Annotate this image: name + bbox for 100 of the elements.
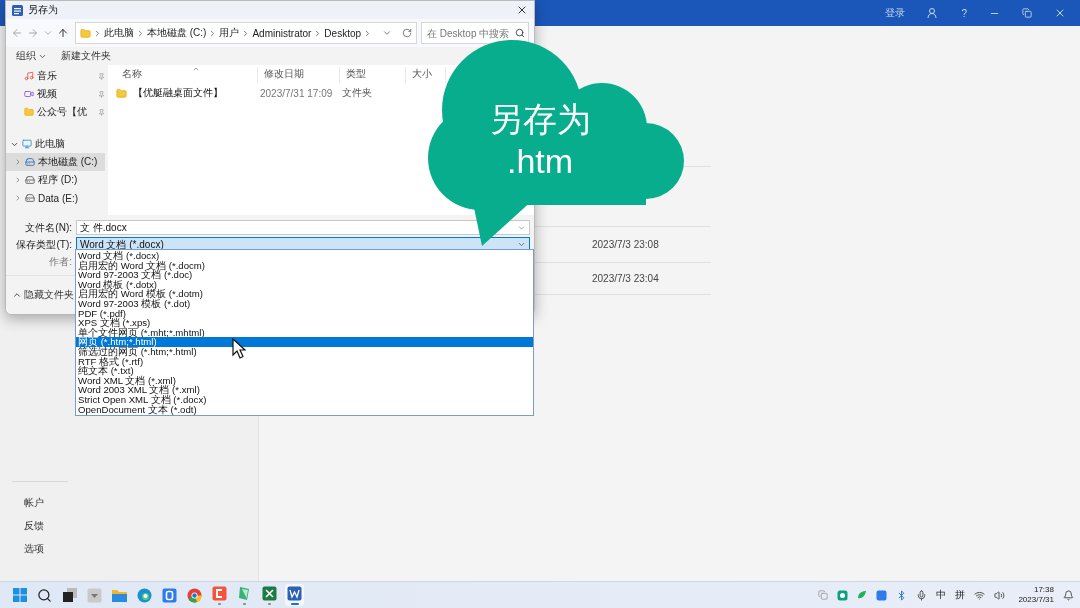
- microphone-icon: [916, 589, 928, 601]
- sort-icon: [192, 65, 200, 73]
- tray-icon: [818, 590, 829, 600]
- file-type-option[interactable]: PDF (*.pdf): [76, 308, 533, 319]
- app-icon[interactable]: [237, 585, 252, 601]
- document-icon[interactable]: [287, 585, 302, 601]
- close-icon[interactable]: [1054, 7, 1066, 19]
- tray-icon: [837, 589, 849, 601]
- backstage-item[interactable]: 选项: [12, 536, 258, 559]
- backstage-item[interactable]: 反馈: [12, 513, 258, 536]
- chevron-icon: [14, 176, 22, 184]
- drive-icon: [25, 157, 35, 167]
- file-type-option[interactable]: Word 文档 (*.docx): [76, 251, 533, 261]
- dialog-title: 另存为: [28, 3, 59, 17]
- refresh-icon[interactable]: [402, 28, 412, 38]
- field-label: 文件名(N):: [24, 220, 72, 235]
- address-segment[interactable]: 此电脑: [104, 26, 134, 40]
- file-type-option[interactable]: OpenDocument 文本 (*.odt): [76, 404, 533, 415]
- chrome-icon[interactable]: [187, 587, 202, 603]
- file-type-option[interactable]: 单个文件网页 (*.mht;*.mhtml): [76, 327, 533, 338]
- app-icon[interactable]: [87, 587, 102, 603]
- restore-icon[interactable]: [1022, 8, 1032, 18]
- field-label: 作者:: [48, 254, 72, 269]
- folder-icon: [80, 27, 91, 39]
- pin-icon: [98, 108, 105, 116]
- file-type-option[interactable]: 筛选过的网页 (*.htm;*.html): [76, 346, 533, 357]
- close-icon[interactable]: [516, 4, 528, 16]
- column-header[interactable]: 名称: [116, 67, 258, 83]
- chevron-down-icon[interactable]: [382, 28, 392, 38]
- input-method-indicator[interactable]: 中: [936, 588, 947, 602]
- help-button[interactable]: ?: [961, 7, 967, 19]
- pin-icon: [98, 72, 105, 80]
- start-icon[interactable]: [12, 588, 27, 602]
- file-type-option[interactable]: 启用宏的 Word 模板 (*.dotm): [76, 289, 533, 299]
- chevron-icon: [14, 194, 22, 202]
- nav-item[interactable]: 此电脑: [6, 135, 105, 153]
- chevron-up-icon: [12, 290, 22, 300]
- spreadsheet-icon[interactable]: [262, 585, 277, 601]
- column-header[interactable]: 大小: [406, 67, 446, 83]
- modified-date: 2023/7/3 23:08: [592, 239, 659, 250]
- nav-item[interactable]: 视频: [6, 85, 105, 103]
- chevron-icon: [14, 158, 22, 166]
- address-segment[interactable]: 用户: [219, 26, 240, 40]
- clock-time[interactable]: 17:38: [1033, 585, 1054, 595]
- task-view-icon[interactable]: [62, 588, 77, 602]
- file-type-option[interactable]: Word XML 文档 (*.xml): [76, 375, 533, 386]
- search-icon: [515, 28, 525, 38]
- address-segment[interactable]: Desktop: [324, 27, 362, 39]
- toolbar-button[interactable]: 新建文件夹: [61, 49, 111, 63]
- field-label: 保存类型(T):: [15, 237, 72, 252]
- app-icon[interactable]: [162, 587, 177, 603]
- tray-icon: [876, 589, 888, 601]
- callout-text: .htm: [506, 141, 574, 182]
- nav-item[interactable]: 本地磁盘 (C:): [6, 153, 105, 171]
- file-type-option[interactable]: Strict Open XML 文档 (*.docx): [76, 394, 533, 405]
- file-type-option[interactable]: Word 97-2003 模板 (*.dot): [76, 298, 533, 309]
- file-name[interactable]: 【优艇融桌面文件】: [127, 86, 254, 100]
- nav-item[interactable]: 公众号【优: [6, 103, 105, 121]
- file-type-option[interactable]: 纯文本 (*.txt): [76, 366, 533, 376]
- search-icon[interactable]: [37, 587, 52, 603]
- callout-text: 另存为: [489, 99, 591, 140]
- pin-icon: [98, 90, 105, 98]
- tray-icon: [857, 590, 868, 600]
- nav-item[interactable]: Data (E:): [6, 189, 105, 207]
- file-type-option[interactable]: 网页 (*.htm;*.html): [76, 337, 533, 347]
- modified-date: 2023/7/31 17:09: [259, 87, 334, 99]
- folder-icon[interactable]: [112, 588, 127, 602]
- column-header[interactable]: 类型: [340, 67, 406, 83]
- clock-date[interactable]: 2023/7/31: [1018, 595, 1054, 605]
- nav-item[interactable]: 程序 (D:): [6, 171, 105, 189]
- toolbar-button[interactable]: 组织: [16, 49, 47, 63]
- chevron-icon: [93, 28, 102, 38]
- notification-icon[interactable]: [1063, 589, 1074, 601]
- mouse-pointer-icon: [232, 338, 246, 359]
- input-method-indicator[interactable]: 拼: [955, 588, 966, 602]
- hide-folders-button[interactable]: 隐藏文件夹: [12, 288, 74, 302]
- filename-field[interactable]: 文 件.docx: [76, 220, 530, 235]
- file-type-option[interactable]: XPS 文档 (*.xps): [76, 318, 533, 328]
- modified-date: 2023/7/3 23:04: [592, 273, 659, 284]
- file-type-option[interactable]: Word 2003 XML 文档 (*.xml): [76, 385, 533, 395]
- file-type-option[interactable]: Word 97-2003 文档 (*.doc): [76, 270, 533, 280]
- document-icon: [12, 4, 23, 16]
- address-segment[interactable]: Administrator: [252, 27, 312, 39]
- chevron-icon: [136, 28, 145, 38]
- browser-icon[interactable]: [137, 587, 152, 603]
- column-header[interactable]: 修改日期: [258, 67, 340, 83]
- sign-in-link[interactable]: 登录: [885, 6, 906, 20]
- app-icon[interactable]: [212, 585, 227, 601]
- video-icon: [24, 89, 34, 99]
- folder-icon: [116, 87, 127, 99]
- person-icon[interactable]: [927, 7, 940, 19]
- nav-item[interactable]: 音乐: [6, 67, 105, 85]
- address-segment[interactable]: 本地磁盘 (C:): [147, 26, 207, 40]
- backstage-item[interactable]: 帐户: [12, 490, 258, 513]
- file-type-option[interactable]: 启用宏的 Word 文档 (*.docm): [76, 260, 533, 271]
- up-button[interactable]: [57, 27, 69, 39]
- search-field[interactable]: 在 Desktop 中搜索: [421, 22, 529, 44]
- file-type-option[interactable]: RTF 格式 (*.rtf): [76, 356, 533, 367]
- address-bar[interactable]: 此电脑 本地磁盘 (C:) 用户 Administrator Desktop: [75, 22, 417, 44]
- drive-icon: [25, 193, 35, 203]
